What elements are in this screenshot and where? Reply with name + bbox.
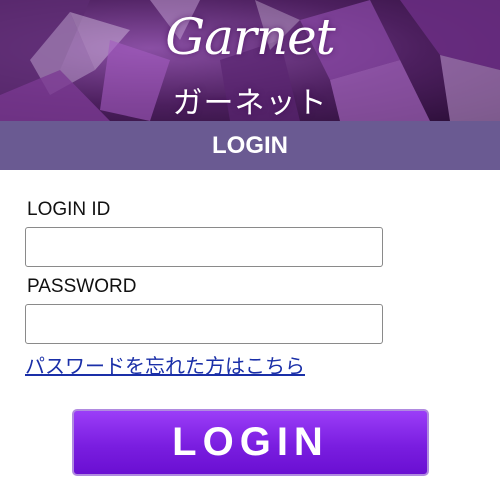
logo-script-text: Garnet	[165, 8, 336, 66]
login-id-input[interactable]	[25, 227, 383, 267]
forgot-password-link[interactable]: パスワードを忘れた方はこちら	[25, 350, 305, 379]
login-id-label: LOGIN ID	[27, 199, 111, 220]
password-input[interactable]	[25, 304, 383, 344]
logo-kana-text: ガーネット	[172, 86, 328, 121]
page-title: LOGIN	[0, 121, 500, 170]
password-label: PASSWORD	[27, 276, 137, 297]
header-banner: Garnet ガーネット	[0, 0, 500, 121]
login-button[interactable]: LOGIN	[72, 409, 429, 476]
